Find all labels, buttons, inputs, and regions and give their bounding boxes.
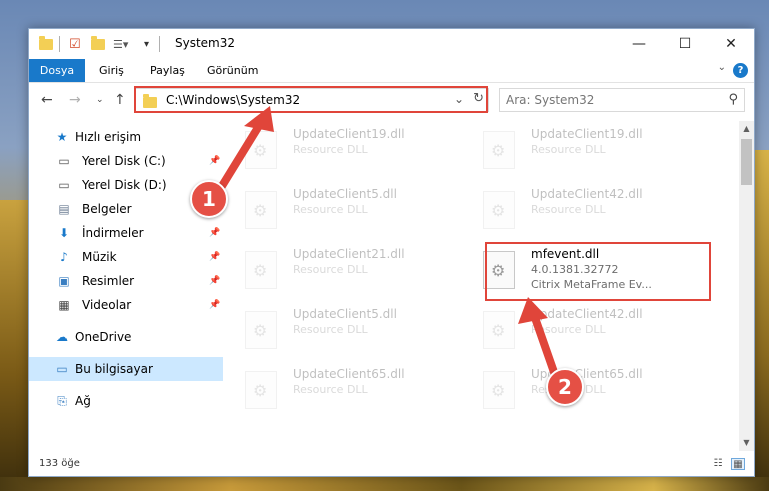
- callout-2: 2: [546, 368, 584, 406]
- arrow-to-address-bar: [218, 117, 266, 190]
- arrow-head-1: [244, 106, 274, 132]
- annotation-arrows: [218, 106, 559, 379]
- callout-1: 1: [190, 180, 228, 218]
- arrow-head-2: [518, 297, 548, 324]
- arrow-to-file: [529, 308, 559, 379]
